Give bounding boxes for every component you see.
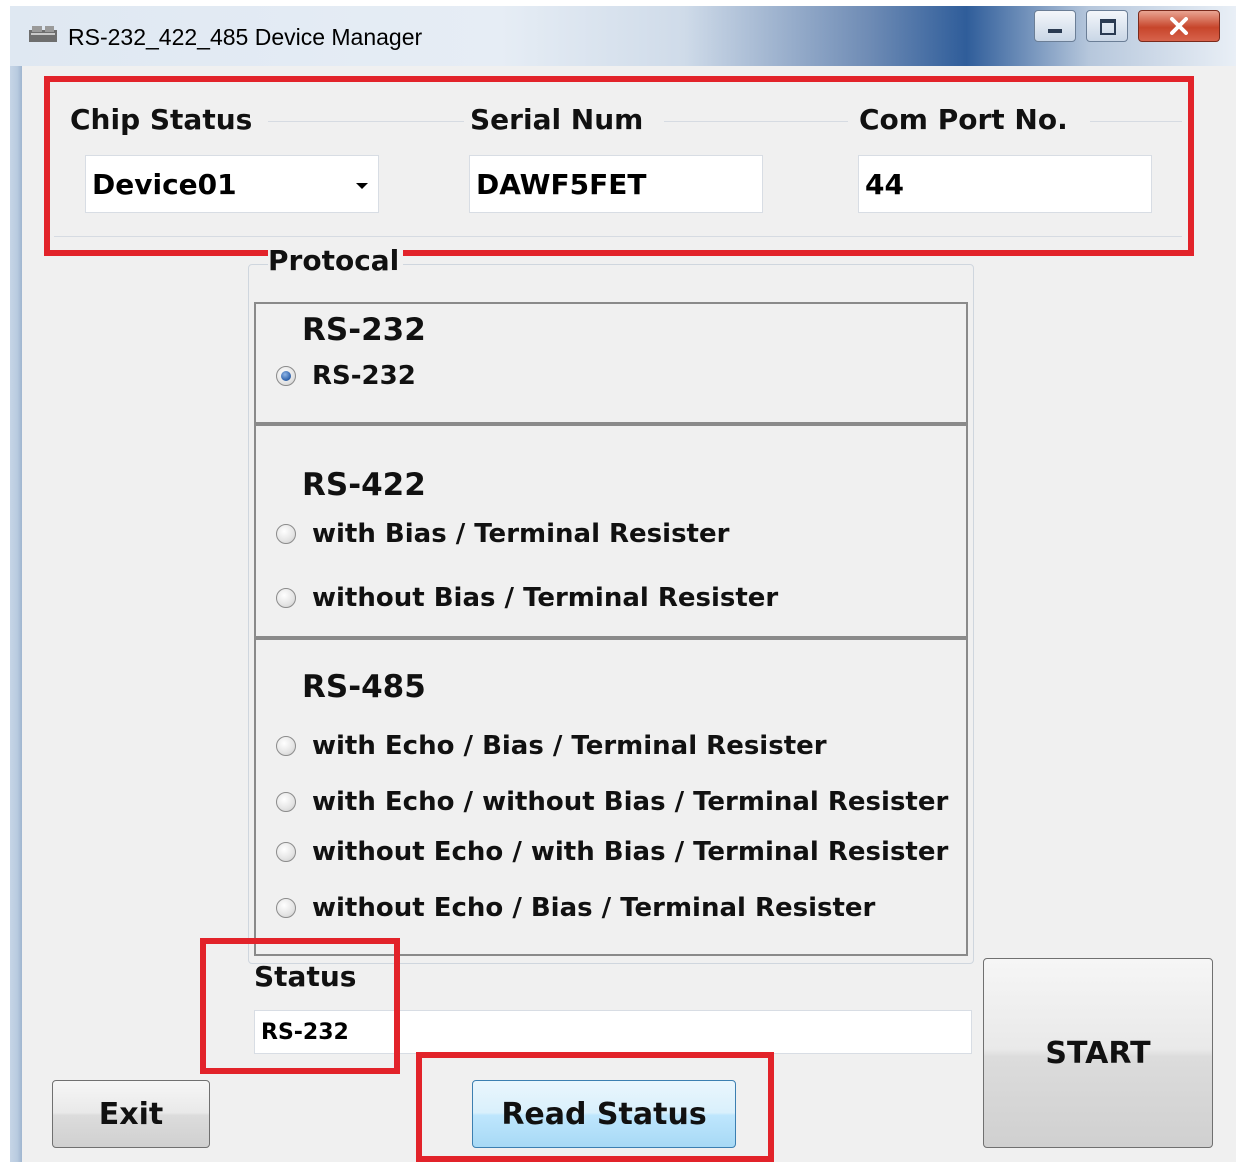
radio-label: without Echo / with Bias / Terminal Resi… xyxy=(312,837,949,867)
radio-rs232[interactable]: RS-232 xyxy=(276,361,416,391)
minimize-button[interactable] xyxy=(1034,10,1076,42)
radio-label: without Echo / Bias / Terminal Resister xyxy=(312,893,876,923)
radio-label: without Bias / Terminal Resister xyxy=(312,583,779,613)
radio-button-icon xyxy=(276,524,296,544)
exit-button[interactable]: Exit xyxy=(52,1080,210,1148)
close-icon xyxy=(1170,17,1188,35)
radio-rs485-option-2[interactable]: with Echo / without Bias / Terminal Resi… xyxy=(276,787,948,817)
radio-button-icon xyxy=(276,842,296,862)
window-left-border xyxy=(10,6,22,1162)
maximize-icon xyxy=(1100,19,1116,35)
radio-button-icon xyxy=(276,366,296,386)
radio-button-icon xyxy=(276,792,296,812)
radio-rs485-option-1[interactable]: with Echo / Bias / Terminal Resister xyxy=(276,731,827,761)
protocol-group-label: Protocal xyxy=(268,244,404,277)
app-icon xyxy=(29,26,57,42)
highlight-read-status xyxy=(416,1052,774,1162)
radio-rs485-option-4[interactable]: without Echo / Bias / Terminal Resister xyxy=(276,893,875,923)
radio-button-icon xyxy=(276,898,296,918)
radio-button-icon xyxy=(276,736,296,756)
radio-rs422-with-bias[interactable]: with Bias / Terminal Resister xyxy=(276,519,729,549)
radio-label: with Bias / Terminal Resister xyxy=(312,519,730,549)
highlight-status xyxy=(200,938,400,1074)
radio-button-icon xyxy=(276,588,296,608)
maximize-button[interactable] xyxy=(1086,10,1128,42)
window-title: RS-232_422_485 Device Manager xyxy=(68,24,423,50)
start-button[interactable]: START xyxy=(983,958,1213,1148)
rs485-title: RS-485 xyxy=(302,669,426,705)
radio-rs422-without-bias[interactable]: without Bias / Terminal Resister xyxy=(276,583,778,613)
minimize-icon xyxy=(1048,29,1062,33)
close-button[interactable] xyxy=(1138,10,1220,42)
radio-label: with Echo / Bias / Terminal Resister xyxy=(312,731,827,761)
highlight-device-info xyxy=(44,76,1194,256)
rs422-title: RS-422 xyxy=(302,467,426,503)
radio-rs485-option-3[interactable]: without Echo / with Bias / Terminal Resi… xyxy=(276,837,948,867)
rs232-title: RS-232 xyxy=(302,312,426,348)
radio-label: with Echo / without Bias / Terminal Resi… xyxy=(312,787,949,817)
radio-label: RS-232 xyxy=(312,361,416,391)
